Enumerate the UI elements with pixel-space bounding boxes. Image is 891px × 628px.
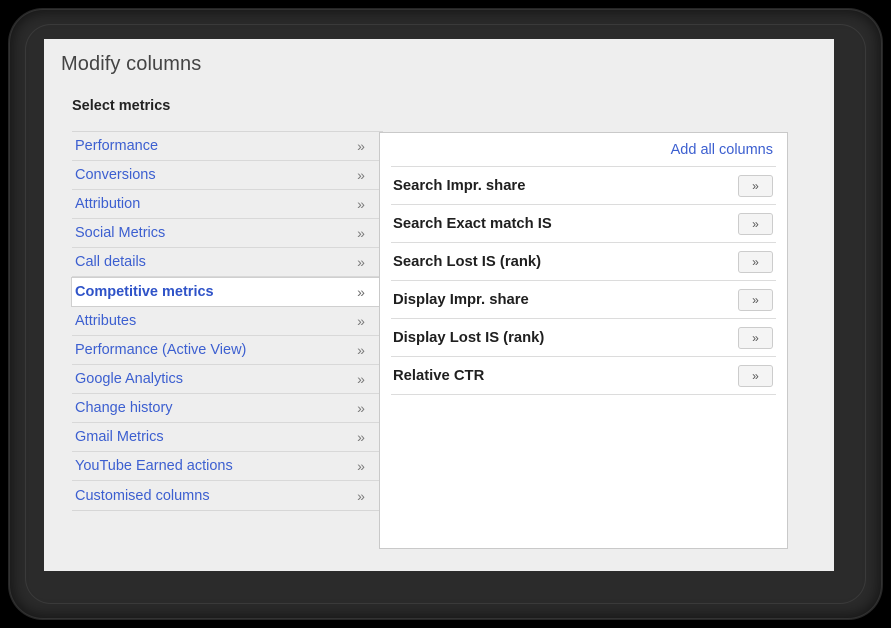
- chevron-double-right-icon: »: [339, 139, 383, 153]
- add-all-columns-row: Add all columns: [380, 133, 787, 166]
- category-label: Call details: [72, 254, 339, 270]
- metric-row: Display Impr. share»: [391, 281, 776, 319]
- add-metric-button[interactable]: »: [738, 289, 773, 311]
- metric-row: Search Impr. share»: [391, 167, 776, 205]
- device-bezel: Modify columns Select metrics Performanc…: [9, 9, 882, 619]
- category-label: YouTube Earned actions: [72, 458, 339, 474]
- category-row[interactable]: Attributes»: [72, 307, 383, 336]
- category-label: Performance (Active View): [72, 342, 339, 358]
- category-row[interactable]: Competitive metrics»: [71, 277, 384, 307]
- category-label: Google Analytics: [72, 371, 339, 387]
- chevron-double-right-icon: »: [339, 314, 383, 328]
- chevron-double-right-icon: »: [339, 401, 383, 415]
- chevron-double-right-icon: »: [339, 168, 383, 182]
- metric-label: Search Impr. share: [391, 178, 738, 194]
- chevron-double-right-icon: »: [339, 285, 383, 299]
- category-label: Customised columns: [72, 488, 339, 504]
- category-label: Attributes: [72, 313, 339, 329]
- category-row[interactable]: Attribution»: [72, 190, 383, 219]
- metric-row: Display Lost IS (rank)»: [391, 319, 776, 357]
- chevron-double-right-icon: »: [339, 255, 383, 269]
- category-row[interactable]: Performance»: [72, 132, 383, 161]
- category-label: Performance: [72, 138, 339, 154]
- category-row[interactable]: Customised columns»: [72, 481, 383, 510]
- category-label: Gmail Metrics: [72, 429, 339, 445]
- category-row[interactable]: Conversions»: [72, 161, 383, 190]
- add-metric-button[interactable]: »: [738, 365, 773, 387]
- metric-label: Search Lost IS (rank): [391, 254, 738, 270]
- chevron-double-right-icon: »: [339, 489, 383, 503]
- category-row[interactable]: Gmail Metrics»: [72, 423, 383, 452]
- metric-row: Relative CTR»: [391, 357, 776, 395]
- add-all-columns-link[interactable]: Add all columns: [671, 142, 773, 158]
- category-label: Competitive metrics: [72, 284, 339, 300]
- metric-row: Search Lost IS (rank)»: [391, 243, 776, 281]
- chevron-double-right-icon: »: [339, 430, 383, 444]
- metric-category-list: Performance»Conversions»Attribution»Soci…: [72, 131, 383, 511]
- chevron-double-right-icon: »: [339, 226, 383, 240]
- metric-label: Relative CTR: [391, 368, 738, 384]
- category-row[interactable]: Change history»: [72, 394, 383, 423]
- metric-label: Search Exact match IS: [391, 216, 738, 232]
- add-metric-button[interactable]: »: [738, 327, 773, 349]
- category-row[interactable]: Performance (Active View)»: [72, 336, 383, 365]
- add-metric-button[interactable]: »: [738, 251, 773, 273]
- category-row[interactable]: YouTube Earned actions»: [72, 452, 383, 481]
- metric-panel: Add all columns Search Impr. share»Searc…: [379, 132, 788, 549]
- category-row[interactable]: Google Analytics»: [72, 365, 383, 394]
- chevron-double-right-icon: »: [339, 343, 383, 357]
- chevron-double-right-icon: »: [339, 459, 383, 473]
- category-label: Attribution: [72, 196, 339, 212]
- chevron-double-right-icon: »: [339, 197, 383, 211]
- category-label: Change history: [72, 400, 339, 416]
- category-label: Social Metrics: [72, 225, 339, 241]
- add-metric-button[interactable]: »: [738, 175, 773, 197]
- page-title: Modify columns: [61, 53, 201, 76]
- metric-row: Search Exact match IS»: [391, 205, 776, 243]
- metric-label: Display Impr. share: [391, 292, 738, 308]
- chevron-double-right-icon: »: [339, 372, 383, 386]
- section-title: Select metrics: [72, 98, 170, 114]
- category-row[interactable]: Call details»: [72, 248, 383, 277]
- modify-columns-dialog: Modify columns Select metrics Performanc…: [44, 39, 834, 571]
- add-metric-button[interactable]: »: [738, 213, 773, 235]
- category-row[interactable]: Social Metrics»: [72, 219, 383, 248]
- metric-list: Search Impr. share»Search Exact match IS…: [391, 166, 776, 395]
- metric-label: Display Lost IS (rank): [391, 330, 738, 346]
- category-label: Conversions: [72, 167, 339, 183]
